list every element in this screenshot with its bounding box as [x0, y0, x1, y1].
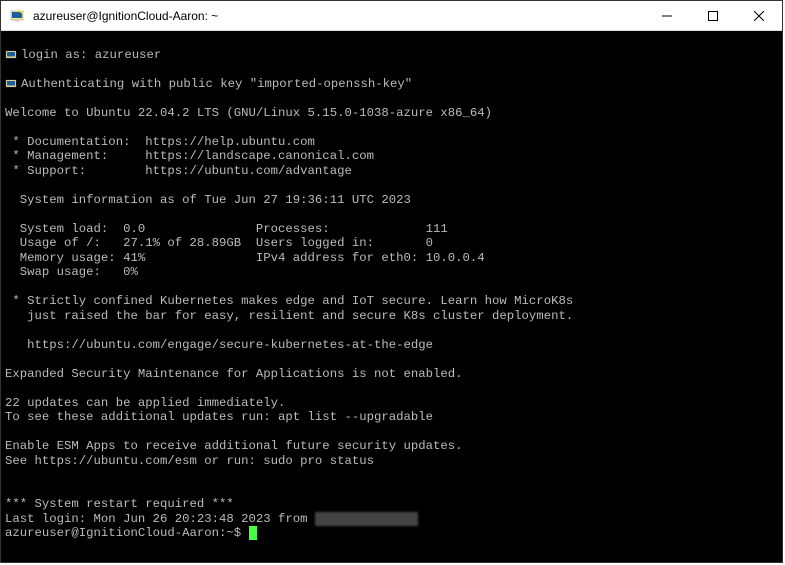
putty-window: azureuser@IgnitionCloud-Aaron: ~ login a…	[0, 0, 783, 563]
maximize-button[interactable]	[690, 1, 736, 30]
login-prompt-line: login as: azureuser	[5, 48, 778, 63]
auth-line: Authenticating with public key "imported…	[5, 77, 778, 92]
window-title: azureuser@IgnitionCloud-Aaron: ~	[31, 9, 644, 23]
minimize-icon	[662, 11, 672, 21]
putty-mini-icon	[5, 49, 19, 61]
esm-enable-line: Enable ESM Apps to receive additional fu…	[5, 439, 463, 453]
sysinfo-row: Swap usage: 0%	[5, 265, 138, 279]
close-icon	[754, 11, 764, 21]
mgmt-link-line: * Management: https://landscape.canonica…	[5, 149, 374, 163]
sysinfo-row: Usage of /: 27.1% of 28.89GB Users logge…	[5, 236, 433, 250]
maximize-icon	[708, 11, 718, 21]
login-user: azureuser	[95, 48, 161, 63]
last-login-prefix: Last login: Mon Jun 26 20:23:48 2023 fro…	[5, 512, 315, 526]
close-button[interactable]	[736, 1, 782, 30]
titlebar[interactable]: azureuser@IgnitionCloud-Aaron: ~	[1, 1, 782, 31]
restart-required: *** System restart required ***	[5, 497, 234, 511]
promo-line: just raised the bar for easy, resilient …	[5, 309, 573, 323]
updates-line: 22 updates can be applied immediately.	[5, 396, 285, 410]
esm-line: Expanded Security Maintenance for Applic…	[5, 367, 463, 381]
welcome-line: Welcome to Ubuntu 22.04.2 LTS (GNU/Linux…	[5, 106, 492, 120]
shell-prompt: azureuser@IgnitionCloud-Aaron:~$	[5, 526, 249, 540]
login-prompt: login as:	[21, 48, 95, 63]
promo-line: * Strictly confined Kubernetes makes edg…	[5, 294, 573, 308]
putty-mini-icon	[5, 78, 19, 90]
minimize-button[interactable]	[644, 1, 690, 30]
window-controls	[644, 1, 782, 30]
esm-see-line: See https://ubuntu.com/esm or run: sudo …	[5, 454, 374, 468]
auth-text: Authenticating with public key "imported…	[21, 77, 412, 92]
cursor	[249, 526, 257, 540]
shell-prompt-line: azureuser@IgnitionCloud-Aaron:~$	[5, 526, 257, 540]
support-link-line: * Support: https://ubuntu.com/advantage	[5, 164, 352, 178]
sysinfo-header: System information as of Tue Jun 27 19:3…	[5, 193, 411, 207]
doc-link-line: * Documentation: https://help.ubuntu.com	[5, 135, 315, 149]
promo-url: https://ubuntu.com/engage/secure-kuberne…	[5, 338, 433, 352]
updates-hint: To see these additional updates run: apt…	[5, 410, 433, 424]
sysinfo-row: Memory usage: 41% IPv4 address for eth0:…	[5, 251, 485, 265]
sysinfo-row: System load: 0.0 Processes: 111	[5, 222, 448, 236]
last-login-line: Last login: Mon Jun 26 20:23:48 2023 fro…	[5, 512, 418, 526]
terminal[interactable]: login as: azureuser Authenticating with …	[1, 31, 782, 562]
last-login-ip-redacted: xx.xxx.xxx.xxx	[315, 512, 418, 526]
putty-icon	[9, 8, 25, 24]
